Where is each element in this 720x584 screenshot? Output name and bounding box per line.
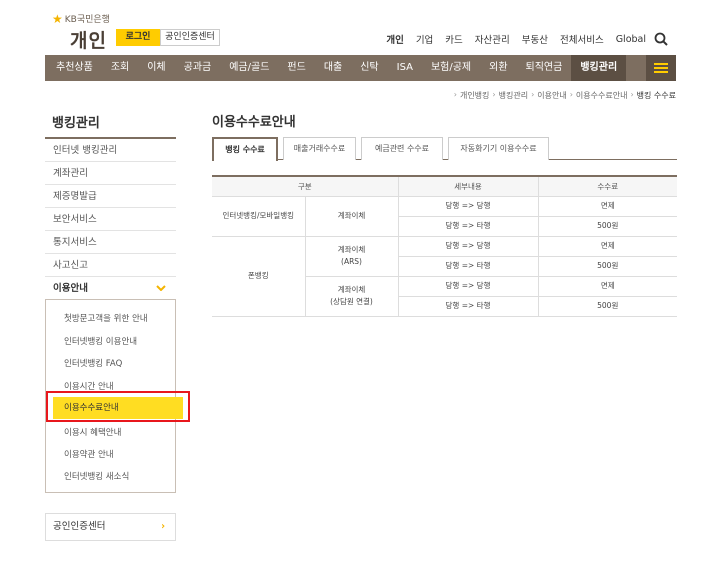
- table-cell-type-line: (상담원 연결): [330, 297, 373, 306]
- brand-name: KB국민은행: [64, 15, 110, 25]
- tab-bar: 뱅킹 수수료 매출거래수수료 예금관련 수수료 자동화기기 이용수수료: [212, 137, 677, 161]
- sidebar-menu: 인터넷 뱅킹관리 계좌관리 제증명발급 보안서비스 통지서비스 사고신고 이용안…: [45, 137, 176, 300]
- table-cell-fee: 500원: [537, 255, 677, 277]
- table-cell-fee: 면제: [537, 275, 677, 297]
- sidebar-item-certificate[interactable]: 제증명발급: [45, 185, 176, 208]
- table-cell-detail: 당행 => 당행: [397, 275, 539, 297]
- table-cell-fee: 면제: [537, 195, 677, 217]
- table-cell-type: 계좌이체: [304, 195, 399, 237]
- table-header-row: 구분 세부내용 수수료: [212, 175, 677, 197]
- sidebar-title: 뱅킹관리: [52, 116, 100, 131]
- logo[interactable]: ★ KB국민은행 개인: [52, 11, 110, 53]
- table-cell-detail: 당행 => 당행: [397, 235, 539, 257]
- cert-center-button[interactable]: 공인인증센터: [160, 29, 220, 46]
- table-cell-type-line: 계좌이체: [337, 245, 366, 254]
- submenu-usage-guide[interactable]: 인터넷뱅킹 이용안내: [64, 335, 137, 347]
- chevron-right-icon: ›: [161, 521, 165, 532]
- tab-sales-fee[interactable]: 매출거래수수료: [283, 137, 356, 160]
- submenu-terms[interactable]: 이용약관 안내: [64, 448, 114, 460]
- highlight-box: [46, 391, 190, 422]
- table-header: 구분: [212, 175, 399, 197]
- top-nav-business[interactable]: 기업: [416, 32, 433, 46]
- main-nav-insurance[interactable]: 보험/공제: [422, 55, 480, 81]
- main-nav-fund[interactable]: 펀드: [278, 55, 314, 81]
- main-nav-utility[interactable]: 공과금: [175, 55, 221, 81]
- sidebar-item-guide[interactable]: 이용안내: [45, 277, 176, 300]
- table-row: 인터넷뱅킹/모바일뱅킹 계좌이체 당행 => 당행 면제: [212, 195, 677, 237]
- sidebar-cert-center-label: 공인인증센터: [53, 521, 106, 532]
- breadcrumb: › 개인뱅킹 › 뱅킹관리 › 이용안내 › 이용수수료안내 › 뱅킹 수수료: [453, 90, 676, 101]
- breadcrumb-item[interactable]: 뱅킹관리: [499, 90, 528, 101]
- table-cell-type-line: 계좌이체: [337, 285, 366, 294]
- sidebar-item-notification[interactable]: 통지서비스: [45, 231, 176, 254]
- top-nav-global[interactable]: Global: [616, 34, 646, 45]
- table-cell-type: 계좌이체 (ARS): [304, 235, 399, 277]
- tab-banking-fee[interactable]: 뱅킹 수수료: [212, 137, 278, 161]
- table-cell-detail: 당행 => 타행: [398, 215, 539, 237]
- main-nav-isa[interactable]: ISA: [388, 55, 422, 81]
- top-nav-personal[interactable]: 개인: [386, 32, 403, 46]
- main-nav-inquiry[interactable]: 조회: [102, 55, 138, 81]
- top-nav: 개인 기업 카드 자산관리 부동산 전체서비스 Global: [374, 32, 646, 47]
- sidebar-cert-center[interactable]: 공인인증센터 ›: [45, 513, 176, 541]
- table-cell-fee: 면제: [537, 235, 677, 257]
- menu-icon[interactable]: [646, 55, 676, 81]
- table-cell-detail: 당행 => 타행: [398, 295, 539, 317]
- top-nav-card[interactable]: 카드: [445, 32, 462, 46]
- table-cell-type-line: (ARS): [341, 257, 362, 266]
- top-nav-all-services[interactable]: 전체서비스: [560, 32, 604, 46]
- table-cell-group: 폰뱅킹: [212, 235, 306, 317]
- table-cell-group: 인터넷뱅킹/모바일뱅킹: [212, 195, 306, 237]
- sidebar-item-security[interactable]: 보안서비스: [45, 208, 176, 231]
- submenu-news[interactable]: 인터넷뱅킹 새소식: [64, 470, 129, 482]
- breadcrumb-item[interactable]: 이용안내: [537, 90, 566, 101]
- main-nav-forex[interactable]: 외환: [480, 55, 516, 81]
- login-button[interactable]: 로그인: [116, 29, 160, 46]
- search-icon[interactable]: [654, 32, 668, 46]
- table-cell-fee: 500원: [537, 295, 677, 317]
- breadcrumb-item[interactable]: 개인뱅킹: [460, 90, 489, 101]
- table-cell-detail: 당행 => 타행: [398, 255, 539, 277]
- top-nav-asset[interactable]: 자산관리: [475, 32, 510, 46]
- submenu-faq[interactable]: 인터넷뱅킹 FAQ: [64, 357, 122, 369]
- main-nav-transfer[interactable]: 이체: [138, 55, 174, 81]
- fee-table: 구분 세부내용 수수료 인터넷뱅킹/모바일뱅킹 계좌이체 당행 => 당행 면제…: [212, 175, 677, 317]
- breadcrumb-current: 뱅킹 수수료: [636, 91, 676, 100]
- top-nav-realestate[interactable]: 부동산: [522, 32, 548, 46]
- submenu-first-visit[interactable]: 첫방문고객을 위한 안내: [64, 312, 148, 324]
- table-cell-detail: 당행 => 당행: [397, 195, 539, 217]
- submenu-benefits[interactable]: 이용시 혜택안내: [64, 426, 121, 438]
- sidebar-item-internet-banking[interactable]: 인터넷 뱅킹관리: [45, 139, 176, 162]
- tab-atm-fee[interactable]: 자동화기기 이용수수료: [448, 137, 549, 160]
- main-nav-pension[interactable]: 퇴직연금: [517, 55, 572, 81]
- main-nav-trust[interactable]: 신탁: [351, 55, 387, 81]
- table-cell-type: 계좌이체 (상담원 연결): [305, 275, 399, 317]
- brand-title: 개인: [70, 30, 107, 52]
- table-cell-fee: 500원: [537, 215, 677, 237]
- sidebar-item-account[interactable]: 계좌관리: [45, 162, 176, 185]
- main-nav-recommended[interactable]: 추천상품: [45, 55, 102, 81]
- kb-star-icon: ★: [52, 11, 63, 26]
- main-nav-deposit-gold[interactable]: 예금/골드: [220, 55, 278, 81]
- chevron-down-icon: [156, 285, 166, 291]
- breadcrumb-item[interactable]: 이용수수료안내: [576, 90, 628, 101]
- main-nav: 추천상품 조회 이체 공과금 예금/골드 펀드 대출 신탁 ISA 보험/공제 …: [45, 55, 676, 81]
- main-nav-loan[interactable]: 대출: [315, 55, 351, 81]
- sidebar-item-guide-label: 이용안내: [53, 283, 88, 294]
- sidebar-item-accident[interactable]: 사고신고: [45, 254, 176, 277]
- table-row: 폰뱅킹 계좌이체 (ARS) 당행 => 당행 면제: [212, 235, 677, 317]
- table-header: 수수료: [537, 175, 677, 197]
- page-title: 이용수수료안내: [212, 115, 296, 130]
- table-header: 세부내용: [397, 175, 539, 197]
- tab-deposit-fee[interactable]: 예금관련 수수료: [361, 137, 443, 160]
- main-nav-banking-mgmt[interactable]: 뱅킹관리: [571, 55, 627, 81]
